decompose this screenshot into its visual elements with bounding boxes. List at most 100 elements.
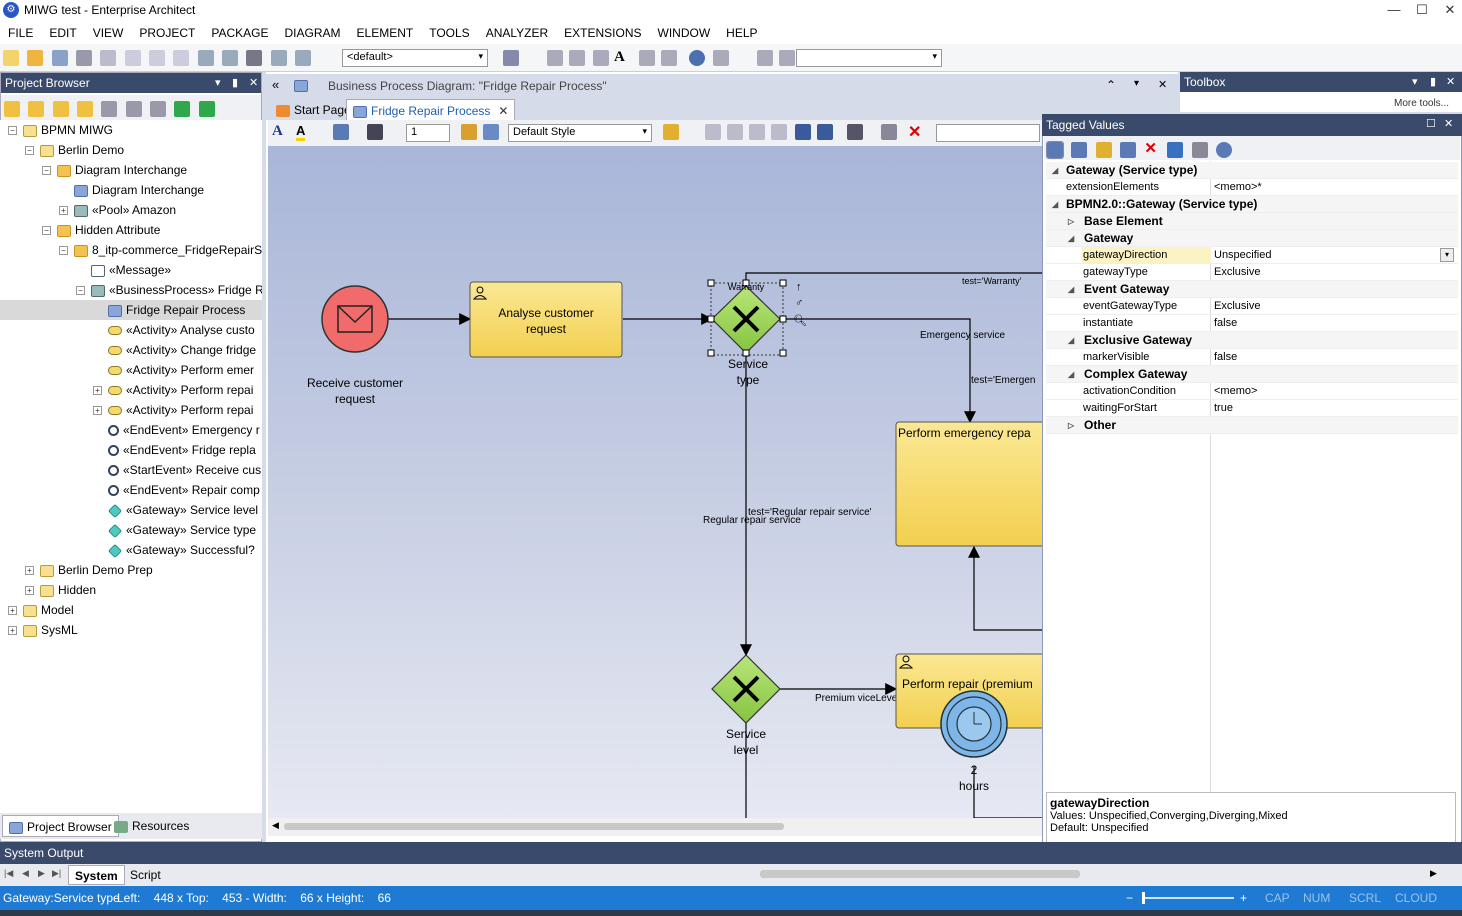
more-tools-link[interactable]: More tools... bbox=[1394, 98, 1449, 109]
tag-value[interactable]: false bbox=[1214, 349, 1237, 366]
tab-start-page[interactable]: Start Page bbox=[270, 99, 357, 120]
layout-diagram-icon[interactable] bbox=[847, 124, 863, 140]
style-dropdown[interactable]: Default Style ▾ bbox=[508, 124, 652, 142]
tag-category[interactable]: ◢ Complex Gateway bbox=[1046, 366, 1458, 383]
search-dropdown[interactable]: ▾ bbox=[796, 49, 942, 67]
tree-item[interactable]: «Activity» Perform emer bbox=[0, 360, 262, 380]
note-icon[interactable] bbox=[569, 50, 585, 66]
cut-icon[interactable] bbox=[76, 50, 93, 66]
tag-row[interactable]: activationCondition <memo> bbox=[1046, 383, 1458, 400]
tag-row[interactable]: markerVisible false bbox=[1046, 349, 1458, 366]
tab-project-browser[interactable]: Project Browser bbox=[2, 815, 119, 837]
new-icon[interactable] bbox=[3, 50, 19, 66]
collapse-icon[interactable]: − bbox=[42, 166, 51, 176]
collapse-icon[interactable]: − bbox=[8, 126, 17, 136]
expand-icon[interactable]: + bbox=[8, 626, 17, 636]
edit-tag-icon[interactable] bbox=[1120, 142, 1137, 158]
tag-category[interactable]: ◢ Event Gateway bbox=[1046, 281, 1458, 298]
menu-diagram[interactable]: DIAGRAM bbox=[277, 22, 349, 40]
expand-icon[interactable]: + bbox=[59, 206, 68, 216]
menu-element[interactable]: ELEMENT bbox=[349, 22, 422, 40]
tab-fridge-repair-process[interactable]: Fridge Repair Process ✕ bbox=[346, 99, 516, 120]
globe-icon[interactable] bbox=[689, 50, 705, 66]
tag-category[interactable]: ◢ Gateway bbox=[1046, 230, 1458, 247]
filter-icon[interactable] bbox=[1191, 142, 1208, 158]
tag-value[interactable]: Exclusive bbox=[1214, 298, 1260, 315]
categorized-icon[interactable] bbox=[1046, 141, 1064, 159]
tag-row[interactable]: waitingForStart true bbox=[1046, 400, 1458, 417]
tree-item[interactable]: − «BusinessProcess» Fridge Re bbox=[0, 280, 262, 300]
collapse-icon[interactable]: ◢ bbox=[1068, 366, 1074, 383]
tag-category[interactable]: ▷ Base Element bbox=[1046, 213, 1458, 230]
collapse-icon[interactable]: − bbox=[42, 226, 51, 236]
tree-item[interactable]: + «Activity» Perform repai bbox=[0, 380, 262, 400]
open-icon[interactable] bbox=[27, 50, 44, 66]
tag-icon[interactable] bbox=[1167, 142, 1184, 158]
target-icon[interactable] bbox=[503, 50, 519, 66]
tag-category[interactable]: ◢ Gateway (Service type) bbox=[1046, 162, 1458, 179]
move-up-icon[interactable] bbox=[174, 101, 191, 117]
zoom-out-icon[interactable]: − bbox=[1126, 891, 1133, 905]
collapse-icon[interactable]: − bbox=[76, 286, 85, 296]
move-down-icon[interactable] bbox=[198, 101, 215, 117]
minimize-button[interactable]: — bbox=[1380, 0, 1408, 20]
layout-icon[interactable] bbox=[757, 50, 773, 66]
list-icon[interactable] bbox=[661, 50, 677, 66]
pin-icon[interactable]: ▮ bbox=[1430, 72, 1436, 92]
tree-item[interactable]: − Hidden Attribute bbox=[0, 220, 262, 240]
tree-item[interactable]: + SysML bbox=[0, 620, 262, 640]
start-event-receive[interactable] bbox=[321, 285, 389, 353]
scroll-left-icon[interactable]: ◀ bbox=[272, 820, 279, 831]
tag-value[interactable]: true bbox=[1214, 400, 1233, 417]
tree-item[interactable]: «EndEvent» Emergency r bbox=[0, 420, 262, 440]
expand-icon[interactable]: + bbox=[25, 566, 34, 576]
add-tag-icon[interactable] bbox=[1095, 142, 1112, 158]
nav-prev-icon[interactable]: ◀ bbox=[22, 868, 29, 879]
tag-row[interactable]: eventGatewayType Exclusive bbox=[1046, 298, 1458, 315]
print-icon[interactable] bbox=[246, 50, 263, 66]
close-pane-icon[interactable]: ✕ bbox=[249, 73, 258, 93]
new-element-icon[interactable] bbox=[77, 101, 94, 117]
tag-value[interactable]: Exclusive bbox=[1214, 264, 1260, 281]
tag-value[interactable]: false bbox=[1214, 315, 1237, 332]
zoom-slider-thumb[interactable] bbox=[1142, 892, 1145, 904]
tree-item[interactable]: «Gateway» Service type bbox=[0, 520, 262, 540]
tree-item[interactable]: «Gateway» Service level bbox=[0, 500, 262, 520]
diagram-search-input[interactable] bbox=[936, 124, 1040, 142]
menu-window[interactable]: WINDOW bbox=[650, 22, 719, 40]
pane-menu-icon[interactable]: ▾ bbox=[1412, 72, 1418, 92]
perspective-dropdown[interactable]: <default> ▾ bbox=[342, 49, 488, 67]
gateway-service-level[interactable] bbox=[711, 654, 781, 724]
close-tab-icon[interactable]: ✕ bbox=[498, 104, 508, 118]
collapse-icon[interactable]: « bbox=[272, 77, 279, 92]
expand-icon[interactable]: + bbox=[93, 386, 102, 396]
tree-item[interactable]: + «Activity» Perform repai bbox=[0, 400, 262, 420]
zoom-icon[interactable] bbox=[270, 50, 287, 66]
expand-icon[interactable]: ▷ bbox=[1068, 213, 1074, 230]
expand-icon[interactable]: + bbox=[93, 406, 102, 416]
maximize-pane-icon[interactable]: ☐ bbox=[1426, 117, 1436, 130]
menu-edit[interactable]: EDIT bbox=[41, 22, 84, 40]
collapse-icon[interactable]: − bbox=[59, 246, 68, 256]
collapse-icon[interactable]: ◢ bbox=[1052, 162, 1058, 179]
close-pane-icon[interactable]: ✕ bbox=[1444, 117, 1453, 130]
sort-icon[interactable] bbox=[1071, 142, 1088, 158]
line-width-spinner[interactable]: 1 bbox=[406, 124, 450, 142]
tree-item[interactable]: «StartEvent» Receive cus bbox=[0, 460, 262, 480]
collapse-icon[interactable]: ◢ bbox=[1052, 196, 1058, 213]
format-painter-icon[interactable] bbox=[461, 124, 477, 140]
nav-next-icon[interactable]: ▶ bbox=[38, 868, 45, 879]
find-in-browser-icon[interactable] bbox=[101, 101, 118, 117]
caption-dropdown-icon[interactable]: ▾ bbox=[1134, 78, 1139, 89]
copy-icon[interactable] bbox=[100, 50, 117, 66]
bring-front-icon[interactable] bbox=[795, 124, 811, 140]
properties-icon[interactable] bbox=[881, 124, 897, 140]
tree-item[interactable]: + «Pool» Amazon bbox=[0, 200, 262, 220]
tree-item[interactable]: + Hidden bbox=[0, 580, 262, 600]
collapse-icon[interactable]: ◢ bbox=[1068, 332, 1074, 349]
diagram-canvas[interactable]: Receive customer request Analyse custome… bbox=[268, 146, 1042, 818]
save-icon[interactable] bbox=[51, 50, 68, 66]
style-brush-icon[interactable] bbox=[663, 124, 679, 140]
edit-icon[interactable] bbox=[125, 101, 142, 117]
menu-package[interactable]: PACKAGE bbox=[203, 22, 276, 40]
